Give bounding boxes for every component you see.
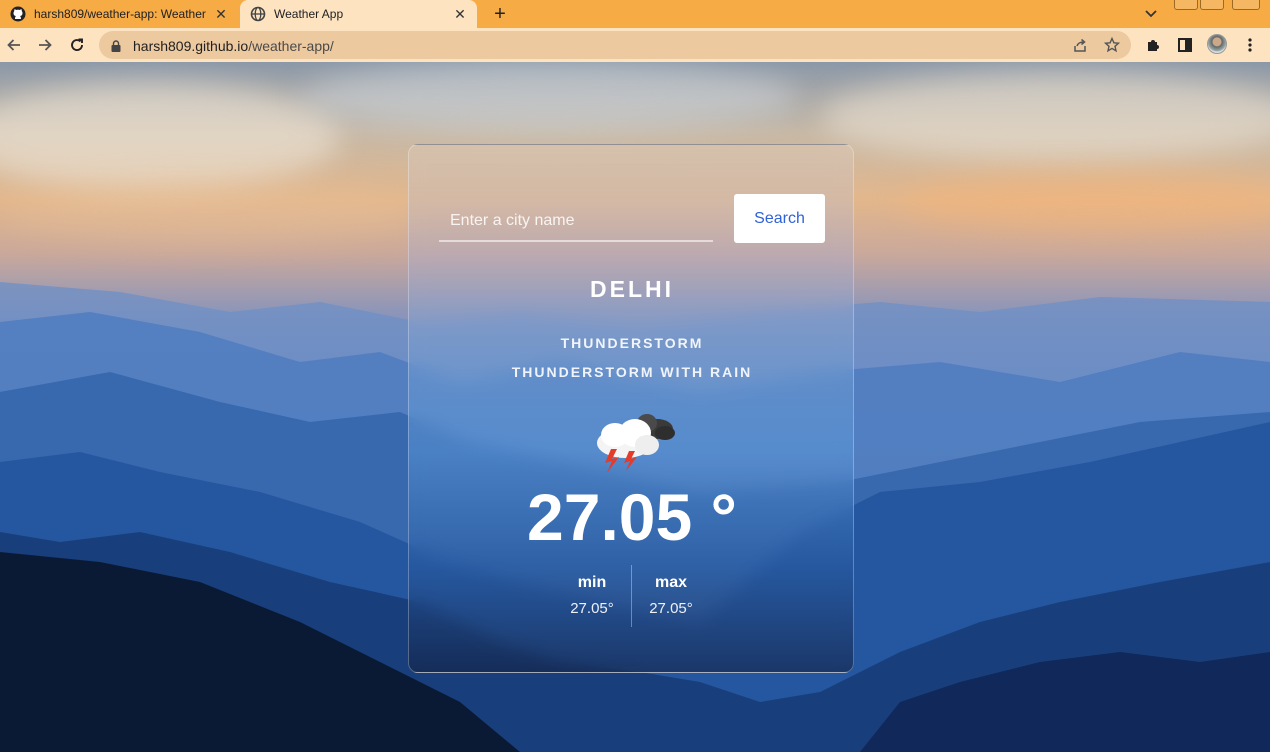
close-tab-icon[interactable]: ✕ bbox=[212, 5, 230, 23]
tab-strip: harsh809/weather-app: Weather ✕ Weather … bbox=[0, 0, 1270, 28]
bookmark-star-icon[interactable] bbox=[1103, 36, 1121, 54]
weather-condition: THUNDERSTORM bbox=[560, 335, 704, 351]
thunderstorm-icon bbox=[587, 409, 679, 481]
more-options-icon[interactable] bbox=[1240, 35, 1260, 55]
share-icon[interactable] bbox=[1071, 36, 1089, 54]
city-search-input[interactable] bbox=[439, 202, 713, 242]
tab-weather-app[interactable]: Weather App ✕ bbox=[240, 0, 477, 28]
search-button[interactable]: Search bbox=[734, 194, 825, 243]
back-arrow-icon[interactable] bbox=[2, 33, 26, 57]
github-icon bbox=[10, 6, 26, 22]
tab-title: Weather App bbox=[274, 7, 344, 21]
close-tab-icon[interactable]: ✕ bbox=[451, 5, 469, 23]
url-text: harsh809.github.io/weather-app/ bbox=[133, 38, 334, 54]
chevron-down-icon[interactable] bbox=[1141, 4, 1161, 24]
min-value: 27.05° bbox=[570, 600, 614, 617]
tab-title: harsh809/weather-app: Weather bbox=[34, 7, 206, 21]
close-window-button[interactable] bbox=[1232, 0, 1260, 10]
min-temp-block: min 27.05° bbox=[552, 574, 632, 617]
lock-icon bbox=[111, 39, 121, 57]
max-temp-block: max 27.05° bbox=[631, 574, 711, 617]
url-path: /weather-app/ bbox=[248, 38, 334, 54]
min-label: min bbox=[577, 574, 607, 591]
city-name: DELHI bbox=[590, 276, 674, 302]
side-panel-icon[interactable] bbox=[1175, 35, 1195, 55]
max-value: 27.05° bbox=[649, 600, 693, 617]
tab-github-repo[interactable]: harsh809/weather-app: Weather ✕ bbox=[0, 0, 238, 28]
reload-icon[interactable] bbox=[65, 33, 89, 57]
minimize-button[interactable] bbox=[1174, 0, 1198, 10]
max-label: max bbox=[654, 574, 688, 591]
temperature: 27.05 ° bbox=[527, 480, 737, 554]
maximize-button[interactable] bbox=[1200, 0, 1224, 10]
url-domain: harsh809.github.io bbox=[133, 38, 249, 54]
extensions-puzzle-icon[interactable] bbox=[1143, 35, 1163, 55]
weather-card: Search DELHI THUNDERSTORM THUNDERSTORM W… bbox=[408, 144, 854, 673]
browser-toolbar: harsh809.github.io/weather-app/ bbox=[0, 28, 1270, 62]
address-bar[interactable]: harsh809.github.io/weather-app/ bbox=[99, 31, 1131, 59]
weather-description: THUNDERSTORM WITH RAIN bbox=[511, 364, 753, 380]
globe-icon bbox=[250, 6, 266, 22]
forward-arrow-icon[interactable] bbox=[33, 33, 57, 57]
page-background: Search DELHI THUNDERSTORM THUNDERSTORM W… bbox=[0, 62, 1270, 752]
new-tab-plus-icon[interactable]: + bbox=[488, 2, 512, 26]
profile-avatar[interactable] bbox=[1207, 34, 1227, 54]
